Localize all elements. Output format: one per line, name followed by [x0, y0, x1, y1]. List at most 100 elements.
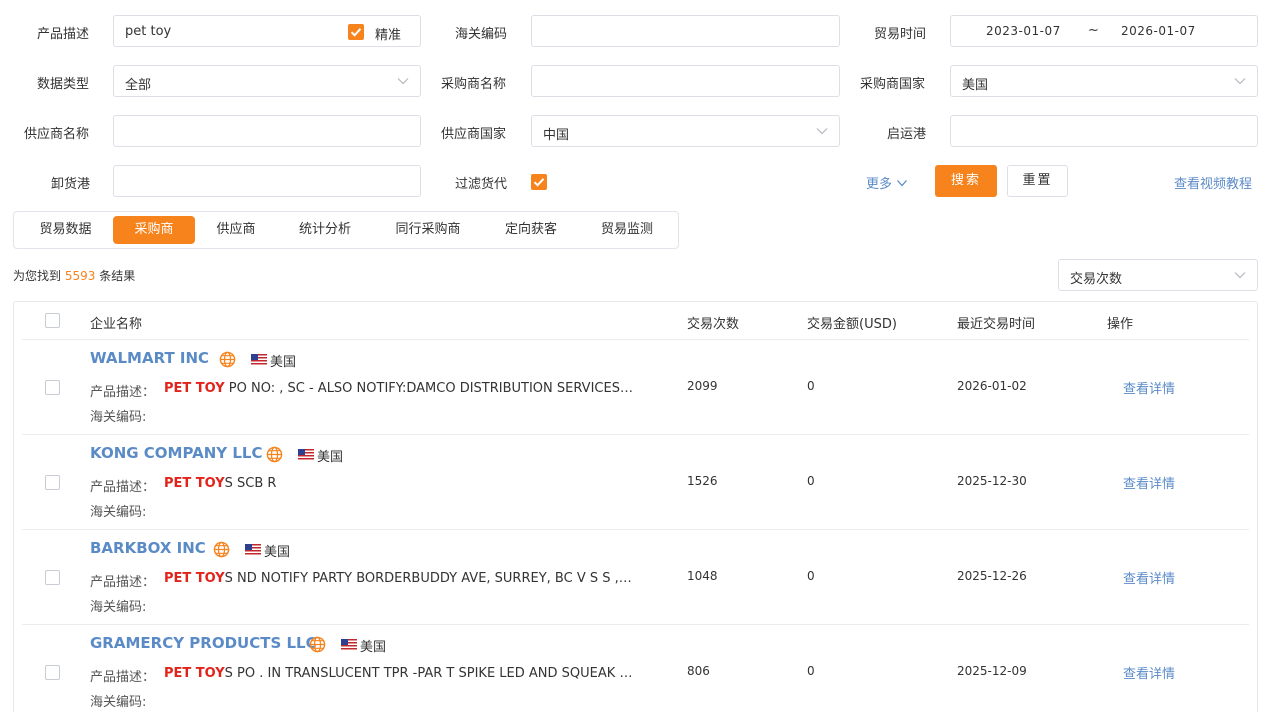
product-desc-highlight: PET TOY — [164, 476, 225, 491]
us-flag-icon — [298, 449, 314, 460]
company-name-link[interactable]: WALMART INC — [90, 349, 209, 367]
globe-icon[interactable] — [309, 636, 326, 653]
tab-trade-data[interactable]: 贸易数据 — [24, 212, 107, 248]
sort-value: 交易次数 — [1070, 272, 1123, 287]
supplier-country-value: 中国 — [543, 128, 570, 143]
trade-amount: 0 — [807, 379, 815, 393]
product-desc-label: 产品描述： — [90, 575, 156, 590]
trade-time-label: 贸易时间 — [874, 27, 927, 42]
product-desc-highlight: PET TOY — [164, 381, 225, 396]
row-checkbox[interactable] — [45, 570, 60, 585]
header-action: 操作 — [1107, 317, 1134, 332]
country-label: 美国 — [317, 450, 344, 465]
product-desc-input[interactable]: pet toy 精准 — [113, 15, 421, 47]
select-all-checkbox[interactable] — [45, 313, 60, 328]
company-name-link[interactable]: KONG COMPANY LLC — [90, 444, 262, 462]
globe-icon[interactable] — [266, 446, 283, 463]
date-start[interactable]: 2023-01-07 — [986, 24, 1061, 38]
hs-code-label: 海关编码: — [90, 600, 147, 615]
data-type-select[interactable]: 全部 — [113, 65, 421, 97]
supplier-name-input[interactable] — [113, 115, 421, 147]
video-tutorial-link[interactable]: 查看视频教程 — [1174, 173, 1252, 192]
us-flag-icon — [251, 354, 267, 365]
globe-icon[interactable] — [219, 351, 236, 368]
origin-port-label: 启运港 — [887, 127, 927, 142]
hs-code-input[interactable] — [531, 15, 840, 47]
buyer-country-value: 美国 — [962, 78, 989, 93]
dest-port-input[interactable] — [113, 165, 421, 197]
trade-time-range[interactable]: 2023-01-07 ~ 2026-01-07 — [950, 15, 1258, 47]
table-row: BARKBOX INC 美国 产品描述： PET TOYS ND NOTIFY … — [14, 529, 1257, 624]
buyer-country-label: 采购商国家 — [860, 77, 926, 92]
supplier-name-label: 供应商名称 — [24, 127, 90, 142]
company-name-link[interactable]: BARKBOX INC — [90, 539, 206, 557]
header-trade-count[interactable]: 交易次数 — [687, 313, 739, 332]
tab-statistics[interactable]: 统计分析 — [287, 212, 363, 248]
product-desc-text: PO NO: , SC - ALSO NOTIFY:DAMCO DISTRIBU… — [224, 381, 634, 396]
sort-select[interactable]: 交易次数 — [1058, 259, 1258, 291]
supplier-country-select[interactable]: 中国 — [531, 115, 840, 147]
buyer-name-input[interactable] — [531, 65, 840, 97]
search-button[interactable]: 搜索 — [935, 165, 997, 197]
header-trade-amount[interactable]: 交易金额(USD) — [807, 313, 897, 332]
filter-forwarder-checkbox[interactable] — [531, 174, 547, 190]
last-trade-date: 2025-12-09 — [957, 664, 1027, 678]
origin-port-input[interactable] — [950, 115, 1258, 147]
product-desc-label: 产品描述： — [90, 670, 156, 685]
product-desc-text: S ND NOTIFY PARTY BORDERBUDDY AVE, SURRE… — [224, 571, 634, 586]
chevron-down-icon — [897, 180, 908, 187]
trade-amount: 0 — [807, 474, 815, 488]
tab-targeted-leads[interactable]: 定向获客 — [493, 212, 569, 248]
product-desc-label: 产品描述： — [90, 385, 156, 400]
date-end[interactable]: 2026-01-07 — [1121, 24, 1196, 38]
tab-suppliers[interactable]: 供应商 — [203, 212, 269, 248]
company-name-link[interactable]: GRAMERCY PRODUCTS LLC — [90, 634, 317, 652]
product-desc: PET TOYS SCB R — [164, 476, 634, 491]
us-flag-icon — [341, 639, 357, 650]
tab-buyers[interactable]: 采购商 — [113, 216, 195, 244]
table-row: WALMART INC 美国 产品描述： PET TOY PO NO: , SC… — [14, 339, 1257, 434]
globe-icon[interactable] — [213, 541, 230, 558]
tab-trade-monitor[interactable]: 贸易监测 — [589, 212, 665, 248]
row-checkbox[interactable] — [45, 475, 60, 490]
filter-forwarder-label: 过滤货代 — [455, 177, 508, 192]
country-label: 美国 — [360, 640, 387, 655]
country-label: 美国 — [270, 355, 297, 370]
product-desc: PET TOYS ND NOTIFY PARTY BORDERBUDDY AVE… — [164, 571, 634, 586]
more-filters-link[interactable]: 更多 — [866, 173, 908, 192]
product-desc-value: pet toy — [125, 24, 172, 39]
last-trade-date: 2025-12-26 — [957, 569, 1027, 583]
result-count: 5593 — [64, 269, 96, 283]
product-desc-label: 产品描述： — [90, 480, 156, 495]
row-checkbox[interactable] — [45, 380, 60, 395]
result-suffix: 条结果 — [99, 269, 136, 283]
header-last-trade[interactable]: 最近交易时间 — [957, 313, 1035, 332]
trade-amount: 0 — [807, 569, 815, 583]
data-type-value: 全部 — [125, 78, 152, 93]
result-count-text: 为您找到 5593 条结果 — [13, 267, 135, 284]
product-desc-text: S PO . IN TRANSLUCENT TPR -PAR T SPIKE L… — [224, 666, 634, 681]
product-desc-highlight: PET TOY — [164, 571, 225, 586]
us-flag-icon — [245, 544, 261, 555]
more-label: 更多 — [866, 177, 893, 192]
row-checkbox[interactable] — [45, 665, 60, 680]
hs-code-label: 海关编码: — [90, 410, 147, 425]
results-table: 企业名称 交易次数 交易金额(USD) 最近交易时间 操作 WALMART IN… — [13, 301, 1258, 712]
buyer-country-select[interactable]: 美国 — [950, 65, 1258, 97]
check-icon — [350, 28, 362, 37]
tab-peer-buyers[interactable]: 同行采购商 — [383, 212, 473, 248]
data-type-label: 数据类型 — [37, 77, 90, 92]
header-company: 企业名称 — [90, 317, 143, 332]
view-details-link[interactable]: 查看详情 — [1123, 568, 1175, 587]
trade-count: 2099 — [687, 379, 718, 393]
reset-button[interactable]: 重置 — [1007, 165, 1068, 197]
view-details-link[interactable]: 查看详情 — [1123, 473, 1175, 492]
trade-count: 1526 — [687, 474, 718, 488]
last-trade-date: 2026-01-02 — [957, 379, 1027, 393]
chevron-down-icon — [1234, 272, 1246, 279]
last-trade-date: 2025-12-30 — [957, 474, 1027, 488]
exact-checkbox[interactable] — [348, 24, 364, 40]
view-details-link[interactable]: 查看详情 — [1123, 663, 1175, 682]
date-separator: ~ — [1088, 23, 1099, 38]
view-details-link[interactable]: 查看详情 — [1123, 378, 1175, 397]
